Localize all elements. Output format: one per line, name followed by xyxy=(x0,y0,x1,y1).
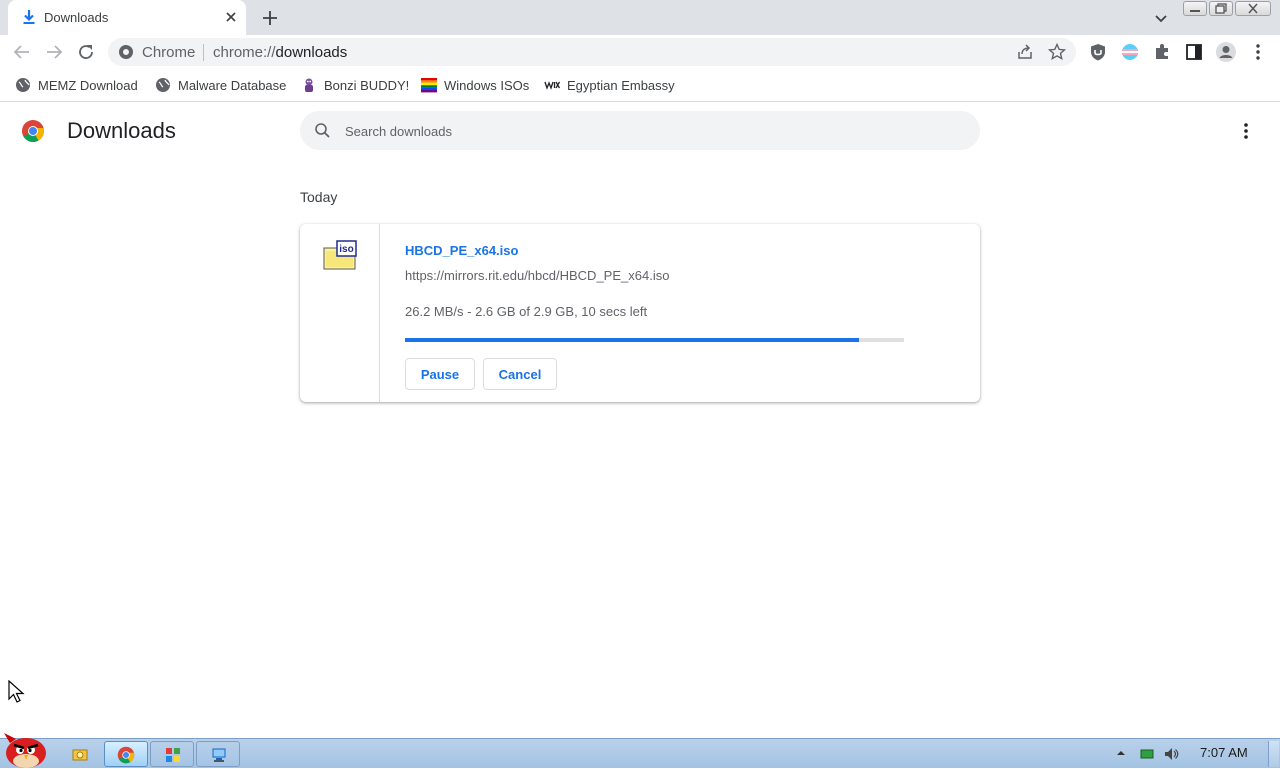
chrome-icon xyxy=(117,746,135,764)
tab-strip: Downloads xyxy=(0,0,1280,35)
address-bar[interactable]: Chrome chrome://downloads xyxy=(108,38,1076,66)
volume-icon[interactable] xyxy=(1163,746,1179,762)
taskbar-explorer-button[interactable] xyxy=(58,741,102,767)
site-label: Chrome xyxy=(142,44,196,61)
chrome-logo-icon xyxy=(22,120,44,142)
bookmarks-bar: MEMZ Download Malware Database Bonzi BUD… xyxy=(0,69,1280,102)
search-input[interactable] xyxy=(345,120,945,142)
file-name-link[interactable]: HBCD_PE_x64.iso xyxy=(405,243,518,258)
minimize-button[interactable] xyxy=(1183,1,1207,16)
taskbar-app-button[interactable] xyxy=(150,741,194,767)
bookmark-egyptian-embassy[interactable]: Egyptian Embassy xyxy=(544,76,675,94)
divider xyxy=(203,44,204,61)
download-icon xyxy=(23,10,35,24)
tab-title: Downloads xyxy=(44,10,109,25)
search-icon xyxy=(315,123,330,138)
flag-extension-icon[interactable] xyxy=(1120,42,1140,62)
iso-icon-label: iso xyxy=(339,244,353,255)
chrome-icon xyxy=(119,45,133,59)
globe-icon xyxy=(156,78,170,92)
bookmark-label: Egyptian Embassy xyxy=(567,77,675,93)
taskbar-chrome-button[interactable] xyxy=(104,741,148,767)
cancel-button[interactable]: Cancel xyxy=(483,358,557,390)
search-bar[interactable] xyxy=(300,111,980,150)
back-arrow-icon[interactable] xyxy=(12,42,32,62)
url-text: chrome://downloads xyxy=(213,44,347,61)
start-button-angry-bird-icon[interactable] xyxy=(2,731,50,769)
share-icon[interactable] xyxy=(1016,43,1034,61)
url-scheme: chrome:// xyxy=(213,44,276,61)
date-section-label: Today xyxy=(300,189,338,205)
star-icon[interactable] xyxy=(1048,43,1066,61)
forward-arrow-icon[interactable] xyxy=(44,42,64,62)
globe-icon xyxy=(16,78,30,92)
bookmark-windows-isos[interactable]: Windows ISOs xyxy=(421,76,529,94)
file-icon-column: iso xyxy=(300,224,380,402)
tab-downloads[interactable]: Downloads xyxy=(8,0,246,35)
battery-icon[interactable] xyxy=(1140,747,1154,761)
new-tab-icon[interactable] xyxy=(259,7,281,29)
wix-icon xyxy=(544,81,560,90)
toolbar: Chrome chrome://downloads xyxy=(0,35,1280,69)
close-icon xyxy=(1248,3,1258,14)
computer-icon xyxy=(212,748,226,762)
profile-avatar-icon[interactable] xyxy=(1215,41,1237,63)
progress-fill xyxy=(405,338,860,342)
taskbar-network-button[interactable] xyxy=(196,741,240,767)
iso-file-icon: iso xyxy=(323,240,357,270)
more-actions-icon[interactable] xyxy=(1236,121,1256,141)
bookmark-label: MEMZ Download xyxy=(38,77,138,93)
restore-button[interactable] xyxy=(1209,1,1233,16)
rainbow-flag-icon xyxy=(421,78,437,93)
bookmark-memz-download[interactable]: MEMZ Download xyxy=(15,76,138,94)
url-host: downloads xyxy=(275,44,348,61)
grid-app-icon xyxy=(166,748,180,762)
chevron-down-icon[interactable] xyxy=(1151,8,1171,28)
bookmark-malware-database[interactable]: Malware Database xyxy=(155,76,286,94)
reload-icon[interactable] xyxy=(76,42,96,62)
pause-button[interactable]: Pause xyxy=(405,358,475,390)
bookmark-label: Malware Database xyxy=(178,77,287,93)
close-icon[interactable] xyxy=(222,8,240,26)
bookmark-bonzi-buddy[interactable]: Bonzi BUDDY! xyxy=(301,76,409,94)
bonzi-icon xyxy=(305,78,313,92)
download-item-card: iso HBCD_PE_x64.iso https://mirrors.rit.… xyxy=(300,224,980,402)
tray-chevron-up-icon[interactable] xyxy=(1116,748,1126,758)
taskbar xyxy=(0,733,1280,768)
page-title: Downloads xyxy=(67,118,176,143)
extensions-puzzle-icon[interactable] xyxy=(1152,42,1172,62)
download-status: 26.2 MB/s - 2.6 GB of 2.9 GB, 10 secs le… xyxy=(405,304,648,319)
mouse-cursor-icon xyxy=(8,680,25,703)
ublock-shield-icon[interactable] xyxy=(1088,42,1108,62)
restore-icon xyxy=(1215,3,1227,14)
source-url[interactable]: https://mirrors.rit.edu/hbcd/HBCD_PE_x64… xyxy=(405,268,669,283)
bookmark-label: Windows ISOs xyxy=(444,77,530,93)
folder-icon xyxy=(72,749,88,761)
taskbar-clock[interactable]: 7:07 AM xyxy=(1200,745,1248,760)
show-desktop-button[interactable] xyxy=(1268,741,1279,767)
bookmark-label: Bonzi BUDDY! xyxy=(324,77,410,93)
minimize-icon xyxy=(1190,10,1200,12)
kebab-menu-icon[interactable] xyxy=(1248,42,1268,62)
download-progress-bar xyxy=(405,338,904,342)
close-window-button[interactable] xyxy=(1235,1,1271,16)
side-panel-icon[interactable] xyxy=(1184,42,1204,62)
